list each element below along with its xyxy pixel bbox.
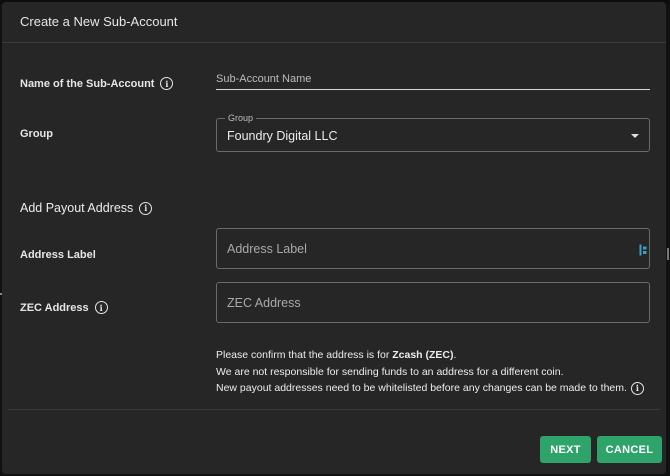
next-button[interactable]: NEXT [540,436,591,463]
notice-line-1-suffix: . [453,349,457,361]
payout-notice: Please confirm that the address is for Z… [216,347,644,397]
subaccount-name-label: Name of the Sub-Account [20,77,155,90]
notice-line-1-prefix: Please confirm that the address is for [216,349,393,361]
info-icon[interactable]: i [139,201,153,215]
info-icon[interactable]: i [160,77,174,90]
scrollbar-thumb[interactable] [667,248,669,260]
group-label: Group [20,128,53,140]
address-label-label: Address Label [20,249,96,261]
dialog-title: Create a New Sub-Account [20,14,178,29]
group-select[interactable]: Group Foundry Digital LLC [216,113,650,152]
address-label-label-row: Address Label [20,249,96,261]
notice-line-1: Please confirm that the address is for Z… [216,347,644,364]
zec-address-label: ZEC Address [20,301,89,314]
info-icon[interactable]: i [630,381,644,395]
notice-line-2: We are not responsible for sending funds… [216,364,644,381]
zec-address-label-row: ZEC Address i [20,301,108,314]
notice-line-2-text: We are not responsible for sending funds… [216,365,564,378]
subaccount-name-input[interactable] [216,68,650,90]
chevron-down-icon[interactable] [631,134,639,138]
create-subaccount-dialog: Create a New Sub-Account Name of the Sub… [2,2,666,474]
zec-address-input[interactable] [216,282,650,323]
group-floating-label: Group [225,113,257,123]
notice-line-3: New payout addresses need to be whitelis… [216,380,644,397]
password-manager-icon[interactable] [639,244,647,256]
group-selected-value: Foundry Digital LLC [227,129,338,143]
payout-section-title: Add Payout Address [20,201,134,215]
info-icon[interactable]: i [94,301,108,314]
cancel-button[interactable]: CANCEL [597,436,662,463]
notice-line-3-text: New payout addresses need to be whitelis… [216,382,627,394]
payout-section-title-row: Add Payout Address i [20,201,153,215]
notice-coin-name: Zcash (ZEC) [392,349,454,361]
title-divider [2,42,666,43]
group-label-row: Group [20,128,53,140]
footer-divider [8,409,660,410]
subaccount-name-label-row: Name of the Sub-Account i [20,77,174,90]
address-label-input[interactable] [216,228,650,269]
